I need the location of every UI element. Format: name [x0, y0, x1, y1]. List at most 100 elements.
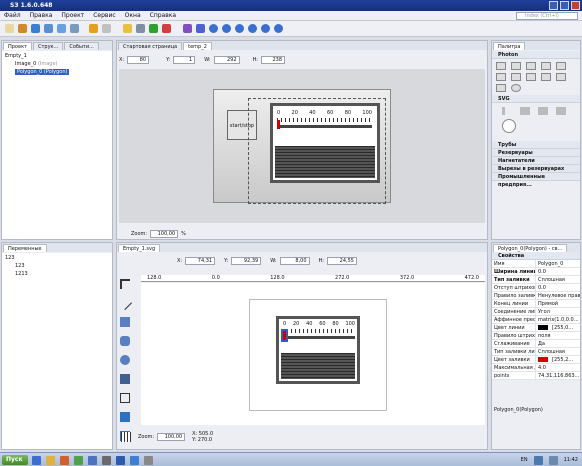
polygon-tool-icon[interactable]	[120, 374, 130, 384]
property-row[interactable]: Аффинное преобрmatrix(1.0,0.0...	[492, 316, 580, 324]
volume-icon[interactable]	[548, 456, 558, 465]
menu-service[interactable]: Сервис	[93, 11, 115, 20]
property-value[interactable]: [255,0...	[550, 324, 580, 331]
photon-item-icon[interactable]	[496, 84, 506, 92]
photon-item-icon[interactable]	[556, 73, 566, 81]
svg-x-field[interactable]: 74,31	[185, 257, 216, 265]
palette-group-tanks[interactable]: Резервуары	[492, 149, 580, 157]
open-icon[interactable]	[18, 24, 27, 33]
properties-section[interactable]: Свойства	[492, 252, 580, 260]
tab-events[interactable]: Событи...	[64, 42, 99, 50]
photon-item-icon[interactable]	[511, 73, 521, 81]
home-icon[interactable]	[235, 24, 244, 33]
svg-item-icon[interactable]	[520, 107, 530, 115]
line-tool-icon[interactable]	[117, 295, 133, 311]
tab-start-page[interactable]: Стартовая страница	[118, 42, 183, 50]
property-value[interactable]: 74.31,116.863...	[536, 372, 580, 379]
property-value[interactable]: [255,2...	[550, 356, 580, 363]
browser-icon[interactable]	[32, 456, 41, 465]
new-file-icon[interactable]	[5, 24, 14, 33]
property-value[interactable]: Polygon_0	[536, 260, 580, 267]
menu-help[interactable]: Справка	[150, 11, 176, 20]
folder-icon[interactable]	[46, 456, 55, 465]
palette-group-industrial[interactable]: Промышленные предприя...	[492, 173, 580, 188]
tab-temp-2[interactable]: temp_2	[183, 42, 212, 50]
x-field[interactable]: 80	[127, 56, 150, 64]
property-row[interactable]: Тип заливки линииСплошная	[492, 348, 580, 356]
media-icon[interactable]	[60, 456, 69, 465]
property-row[interactable]: Конец линии Прямой	[492, 300, 580, 308]
stop-icon[interactable]	[162, 24, 171, 33]
print-icon[interactable]	[70, 24, 79, 33]
info-icon[interactable]	[222, 24, 231, 33]
property-value[interactable]: Сплошная	[536, 348, 580, 355]
menu-edit[interactable]: Правка	[30, 11, 53, 20]
photon-item-icon[interactable]	[541, 62, 551, 70]
palette-group-svg[interactable]: SVG	[492, 95, 580, 103]
app-icon[interactable]	[144, 456, 153, 465]
property-value[interactable]: Прямой	[536, 300, 580, 307]
page-canvas[interactable]: start/stop 0 20 40 60 80 100	[119, 69, 485, 223]
close-icon[interactable]	[571, 1, 580, 10]
photon-item-icon[interactable]	[496, 73, 506, 81]
hand-icon[interactable]	[123, 24, 132, 33]
save-icon[interactable]	[44, 24, 53, 33]
svg-item-icon[interactable]	[502, 119, 516, 133]
save-all-icon[interactable]	[57, 24, 66, 33]
rounded-rect-tool-icon[interactable]	[120, 336, 130, 346]
property-row[interactable]: Имя Polygon_0	[492, 260, 580, 268]
menu-project[interactable]: Проект	[61, 11, 84, 20]
tree-item-polygon[interactable]: Polygon_0 (Polygon)	[5, 68, 109, 76]
grid-icon[interactable]	[121, 432, 131, 442]
property-row[interactable]: Тип заливки Сплошная	[492, 276, 580, 284]
menu-file[interactable]: Файл	[4, 11, 21, 20]
property-row[interactable]: Соединение линийУгол	[492, 308, 580, 316]
undo-icon[interactable]	[89, 24, 98, 33]
word-icon[interactable]	[116, 456, 125, 465]
palette-group-pumps[interactable]: Нагнетатели	[492, 157, 580, 165]
property-value[interactable]: Ненулевое прав	[536, 292, 580, 299]
maximize-icon[interactable]	[560, 1, 569, 10]
app-icon[interactable]	[88, 456, 97, 465]
app-icon[interactable]	[102, 456, 111, 465]
language-indicator[interactable]: EN	[521, 456, 528, 465]
property-value[interactable]: Угол	[536, 308, 580, 315]
network-icon[interactable]	[533, 456, 543, 465]
var-root[interactable]: 123	[5, 254, 109, 262]
property-value[interactable]: поля	[536, 332, 580, 339]
svg-zoom-field[interactable]: 100,00	[157, 433, 186, 441]
var-item[interactable]: 1213	[5, 270, 109, 278]
property-value[interactable]: matrix(1.0,0.0...	[536, 316, 580, 323]
build-icon[interactable]	[31, 24, 40, 33]
svg-item-icon[interactable]	[556, 107, 566, 115]
run-icon[interactable]	[149, 24, 158, 33]
path-tool-icon[interactable]	[120, 393, 130, 403]
photon-item-icon[interactable]	[511, 84, 521, 92]
property-row[interactable]: Правило штриховкиполя	[492, 332, 580, 340]
text-tool-icon[interactable]	[120, 412, 130, 422]
zoom-top-field[interactable]: 100,00	[150, 230, 179, 238]
rect-tool-icon[interactable]	[120, 317, 130, 327]
svg-item-icon[interactable]	[502, 107, 505, 115]
debug-icon[interactable]	[196, 24, 205, 33]
property-value[interactable]: 0.0	[536, 284, 580, 291]
app-icon[interactable]	[74, 456, 83, 465]
w-field[interactable]: 292	[213, 56, 240, 64]
redo-icon[interactable]	[102, 24, 111, 33]
photon-item-icon[interactable]	[511, 62, 521, 70]
app-icon[interactable]	[130, 456, 139, 465]
pointer-tool-icon[interactable]	[120, 279, 130, 289]
back-icon[interactable]	[248, 24, 257, 33]
gear-icon[interactable]	[136, 24, 145, 33]
page-image[interactable]: start/stop 0 20 40 60 80 100	[213, 89, 391, 204]
svg-h-field[interactable]: 24,55	[327, 257, 357, 265]
svg-canvas[interactable]: 0 20 40 60 80 100	[141, 283, 485, 425]
search-input[interactable]: Index (Ctrl+I)	[516, 12, 578, 20]
svg-gauge[interactable]: 0 20 40 60 80 100	[276, 316, 360, 384]
tab-svg-file[interactable]: Empty_1.svg	[118, 244, 161, 252]
photon-item-icon[interactable]	[541, 73, 551, 81]
tree-item-empty[interactable]: Empty_1	[5, 52, 109, 60]
property-row[interactable]: points 74.31,116.863...	[492, 372, 580, 380]
ellipse-tool-icon[interactable]	[120, 355, 130, 365]
menu-windows[interactable]: Окна	[125, 11, 141, 20]
